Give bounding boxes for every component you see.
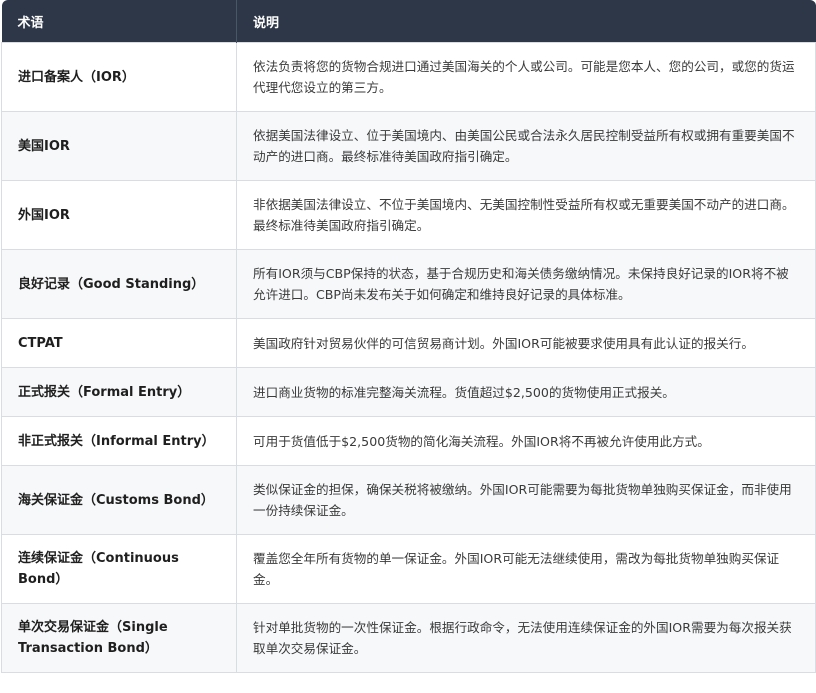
description-cell: 针对单批货物的一次性保证金。根据行政命令，无法使用连续保证金的外国IOR需要为每…: [236, 603, 816, 673]
table-row: 非正式报关（Informal Entry） 可用于货值低于$2,500货物的简化…: [1, 416, 816, 466]
table-body: 进口备案人（IOR） 依法负责将您的货物合规进口通过美国海关的个人或公司。可能是…: [1, 42, 816, 673]
table-row: 外国IOR 非依据美国法律设立、不位于美国境内、无美国控制性受益所有权或无重要美…: [1, 180, 816, 250]
description-cell: 类似保证金的担保，确保关税将被缴纳。外国IOR可能需要为每批货物单独购买保证金，…: [236, 465, 816, 535]
description-cell: 依据美国法律设立、位于美国境内、由美国公民或合法永久居民控制受益所有权或拥有重要…: [236, 111, 816, 181]
term-cell: 海关保证金（Customs Bond）: [1, 465, 237, 535]
column-header-term: 术语: [1, 0, 237, 43]
table-row: 良好记录（Good Standing） 所有IOR须与CBP保持的状态，基于合规…: [1, 249, 816, 319]
column-header-description: 说明: [236, 0, 816, 43]
term-cell: 良好记录（Good Standing）: [1, 249, 237, 319]
glossary-page: 术语 说明 进口备案人（IOR） 依法负责将您的货物合规进口通过美国海关的个人或…: [0, 0, 816, 693]
header-row: 术语 说明: [1, 0, 816, 43]
glossary-table: 术语 说明 进口备案人（IOR） 依法负责将您的货物合规进口通过美国海关的个人或…: [1, 0, 816, 673]
term-cell: 连续保证金（Continuous Bond）: [1, 534, 237, 604]
description-cell: 非依据美国法律设立、不位于美国境内、无美国控制性受益所有权或无重要美国不动产的进…: [236, 180, 816, 250]
table-row: 正式报关（Formal Entry） 进口商业货物的标准完整海关流程。货值超过$…: [1, 367, 816, 417]
table-row: 进口备案人（IOR） 依法负责将您的货物合规进口通过美国海关的个人或公司。可能是…: [1, 42, 816, 112]
description-cell: 美国政府针对贸易伙伴的可信贸易商计划。外国IOR可能被要求使用具有此认证的报关行…: [236, 318, 816, 368]
term-cell: CTPAT: [1, 318, 237, 368]
table-header: 术语 说明: [1, 0, 816, 43]
description-cell: 可用于货值低于$2,500货物的简化海关流程。外国IOR将不再被允许使用此方式。: [236, 416, 816, 466]
table-row: 连续保证金（Continuous Bond） 覆盖您全年所有货物的单一保证金。外…: [1, 534, 816, 604]
table-row: 单次交易保证金（Single Transaction Bond） 针对单批货物的…: [1, 603, 816, 673]
description-cell: 进口商业货物的标准完整海关流程。货值超过$2,500的货物使用正式报关。: [236, 367, 816, 417]
term-cell: 进口备案人（IOR）: [1, 42, 237, 112]
term-cell: 非正式报关（Informal Entry）: [1, 416, 237, 466]
term-cell: 正式报关（Formal Entry）: [1, 367, 237, 417]
term-cell: 外国IOR: [1, 180, 237, 250]
description-cell: 所有IOR须与CBP保持的状态，基于合规历史和海关债务缴纳情况。未保持良好记录的…: [236, 249, 816, 319]
table-row: 海关保证金（Customs Bond） 类似保证金的担保，确保关税将被缴纳。外国…: [1, 465, 816, 535]
description-cell: 覆盖您全年所有货物的单一保证金。外国IOR可能无法继续使用，需改为每批货物单独购…: [236, 534, 816, 604]
table-row: CTPAT 美国政府针对贸易伙伴的可信贸易商计划。外国IOR可能被要求使用具有此…: [1, 318, 816, 368]
description-cell: 依法负责将您的货物合规进口通过美国海关的个人或公司。可能是您本人、您的公司，或您…: [236, 42, 816, 112]
term-cell: 美国IOR: [1, 111, 237, 181]
term-cell: 单次交易保证金（Single Transaction Bond）: [1, 603, 237, 673]
table-row: 美国IOR 依据美国法律设立、位于美国境内、由美国公民或合法永久居民控制受益所有…: [1, 111, 816, 181]
